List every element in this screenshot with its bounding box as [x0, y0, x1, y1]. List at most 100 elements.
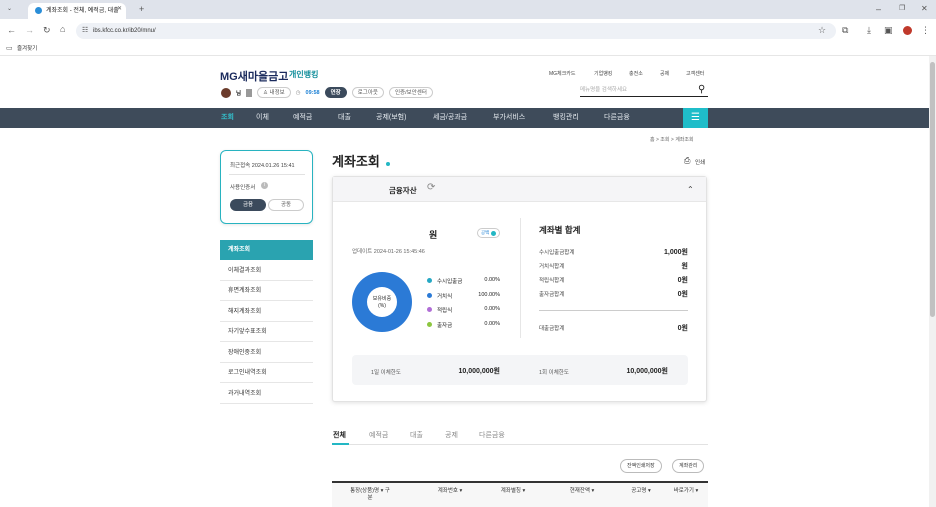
side-menu-item[interactable]: 장애인중조회 — [220, 343, 313, 363]
tab-close-icon[interactable]: ✕ — [117, 6, 122, 12]
side-menu-item[interactable]: 계좌조회 — [220, 240, 313, 260]
table-header-cell[interactable]: 통장(상품)명 ▾ 구분 — [350, 488, 390, 502]
logout-button[interactable]: 로그아웃 — [351, 87, 384, 98]
util-link[interactable]: 기업뱅킹 — [594, 70, 612, 77]
search-icon[interactable]: ⚲ — [698, 85, 705, 95]
tab-list-icon[interactable]: ⌄ — [7, 6, 12, 12]
profile-avatar[interactable] — [903, 26, 912, 35]
donut-label-line1: 보유비중 — [372, 296, 392, 302]
menu-icon[interactable]: ⋮ — [921, 26, 930, 35]
bookmarks-bar: 즐겨찾기 — [0, 43, 936, 56]
legend-pct: 0.00% — [484, 277, 500, 283]
gnb-item[interactable]: 대출 — [338, 108, 351, 128]
gnb-item[interactable]: 부가서비스 — [493, 108, 525, 128]
loan-value: 0원 — [677, 325, 688, 332]
side-menu-item[interactable]: 과거내역조회 — [220, 384, 313, 404]
extensions-icon[interactable]: ⧉ — [842, 26, 848, 35]
brand-logo[interactable]: MG새마을금고 — [220, 68, 288, 84]
brand-sub-label[interactable]: 개인뱅킹 — [289, 69, 318, 80]
toggle-knob — [491, 230, 497, 236]
gnb-item[interactable]: 조회 — [221, 108, 234, 128]
total-amount: 원 — [429, 230, 438, 240]
reload-icon[interactable]: ↻ — [43, 26, 51, 35]
finance-cert-button[interactable]: 금융 — [230, 199, 266, 211]
donut-label: 보유비중 (%) — [352, 296, 412, 310]
download-icon[interactable]: ⤓ — [867, 26, 871, 35]
account-tab[interactable]: 다른금융 — [479, 430, 505, 440]
manage-accounts-button[interactable]: 계좌관리 — [672, 459, 705, 473]
extend-button[interactable]: 연장 — [324, 87, 347, 98]
side-menu-item[interactable]: 해지계좌조회 — [220, 302, 313, 322]
util-link[interactable]: 충전소 — [629, 70, 643, 77]
table-header-cell[interactable]: 공고명 ▾ — [627, 488, 655, 495]
all-menu-button[interactable]: ☰ — [683, 108, 708, 128]
user-badge-icon — [246, 88, 253, 97]
gnb-item[interactable]: 뱅킹관리 — [553, 108, 579, 128]
user-status-row: 님 ♙ 내정보 ◷ 09:58 연장 로그아웃 인증/보안센터 — [221, 86, 433, 99]
legend-swatch — [427, 278, 432, 283]
side-menu-item[interactable]: 자기앞수표조회 — [220, 322, 313, 342]
gnb-item[interactable]: 이체 — [256, 108, 269, 128]
close-window-icon[interactable]: ✕ — [921, 5, 928, 13]
legend-label: 거치식 — [437, 293, 453, 300]
summary-value: 1,000원 — [664, 249, 688, 256]
legend-label: 출자금 — [437, 322, 453, 329]
util-link[interactable]: 공제 — [660, 70, 669, 77]
print-icon[interactable]: ⎙ — [684, 157, 690, 165]
gnb-item[interactable]: 예적금 — [293, 108, 312, 128]
chevron-up-icon[interactable]: ⌃ — [687, 186, 694, 194]
table-header-cell[interactable]: 계좌별칭 ▾ — [496, 488, 530, 495]
info-icon[interactable]: i — [261, 182, 268, 189]
side-menu-item[interactable]: 이체결과조회 — [220, 261, 313, 281]
cert-center-button[interactable]: 인증/보안센터 — [388, 87, 433, 98]
print-save-button[interactable]: 잔액인쇄저장 — [620, 459, 662, 473]
table-header-cell[interactable]: 바로가기 ▾ — [668, 488, 704, 495]
summary-divider — [520, 218, 521, 338]
gnb-item[interactable]: 공제(보험) — [376, 108, 406, 128]
once-limit-label: 1회 이체한도 — [539, 370, 569, 376]
timer-clock-icon: ◷ — [295, 89, 301, 96]
account-tab[interactable]: 공제 — [445, 430, 458, 440]
minimize-icon[interactable]: – — [876, 5, 881, 14]
legend-swatch — [427, 307, 432, 312]
table-header-cell[interactable]: 현재잔액 ▾ — [564, 488, 600, 495]
back-icon[interactable]: ← — [7, 26, 16, 35]
side-menu-item[interactable]: 휴면계좌조회 — [220, 281, 313, 301]
scrollbar-thumb[interactable] — [930, 62, 935, 317]
menu-search-input[interactable]: 메뉴명을 검색하세요 — [580, 84, 708, 97]
gnb-item[interactable]: 다른금융 — [604, 108, 630, 128]
restore-icon[interactable]: ❐ — [899, 5, 905, 12]
account-tab[interactable]: 대출 — [410, 430, 423, 440]
print-label[interactable]: 인쇄 — [695, 158, 705, 166]
legend-label: 수시입출금 — [437, 279, 463, 285]
toggle-label: 공백 — [481, 230, 490, 235]
address-bar[interactable]: ibs.kfcc.co.kr/ib20/mnu/ — [76, 23, 836, 39]
donut-label-line2: (%) — [378, 303, 386, 309]
account-tab[interactable]: 예적금 — [369, 430, 388, 440]
browser-tab[interactable]: 계좌조회 - 전체, 예적금, 대출 — [28, 3, 126, 19]
active-tab-indicator — [332, 443, 349, 445]
refresh-icon[interactable]: ⟳ — [427, 183, 435, 193]
gnb-item[interactable]: 세금/공과금 — [433, 108, 467, 128]
bookmark-star-icon[interactable]: ☆ — [818, 26, 826, 35]
home-icon[interactable]: ⌂ — [60, 25, 65, 34]
new-tab-icon[interactable]: + — [139, 5, 144, 14]
myinfo-button[interactable]: ♙ 내정보 — [257, 87, 291, 98]
summary-line — [539, 310, 688, 311]
bookmark-folder-label[interactable]: 즐겨찾기 — [17, 46, 37, 52]
util-link[interactable]: 고객센터 — [686, 70, 704, 77]
account-tab[interactable]: 전체 — [333, 430, 346, 440]
summary-label: 출자금합계 — [539, 292, 565, 298]
title-dot — [386, 162, 390, 166]
site-info-icon[interactable]: ☷ — [82, 27, 88, 34]
forward-icon[interactable]: → — [25, 26, 34, 35]
table-header-cell[interactable]: 계좌번호 ▾ — [432, 488, 468, 495]
common-cert-button[interactable]: 공동 — [268, 199, 304, 211]
sidepanel-icon[interactable]: ▣ — [884, 26, 893, 35]
site-favicon-icon — [35, 7, 42, 14]
hide-toggle[interactable]: 공백 — [477, 228, 501, 238]
side-menu-item[interactable]: 로그인내역조회 — [220, 363, 313, 383]
loan-label: 대출금합계 — [539, 326, 565, 332]
util-link[interactable]: MG체크카드 — [549, 70, 575, 77]
legend-pct: 0.00% — [484, 306, 500, 312]
